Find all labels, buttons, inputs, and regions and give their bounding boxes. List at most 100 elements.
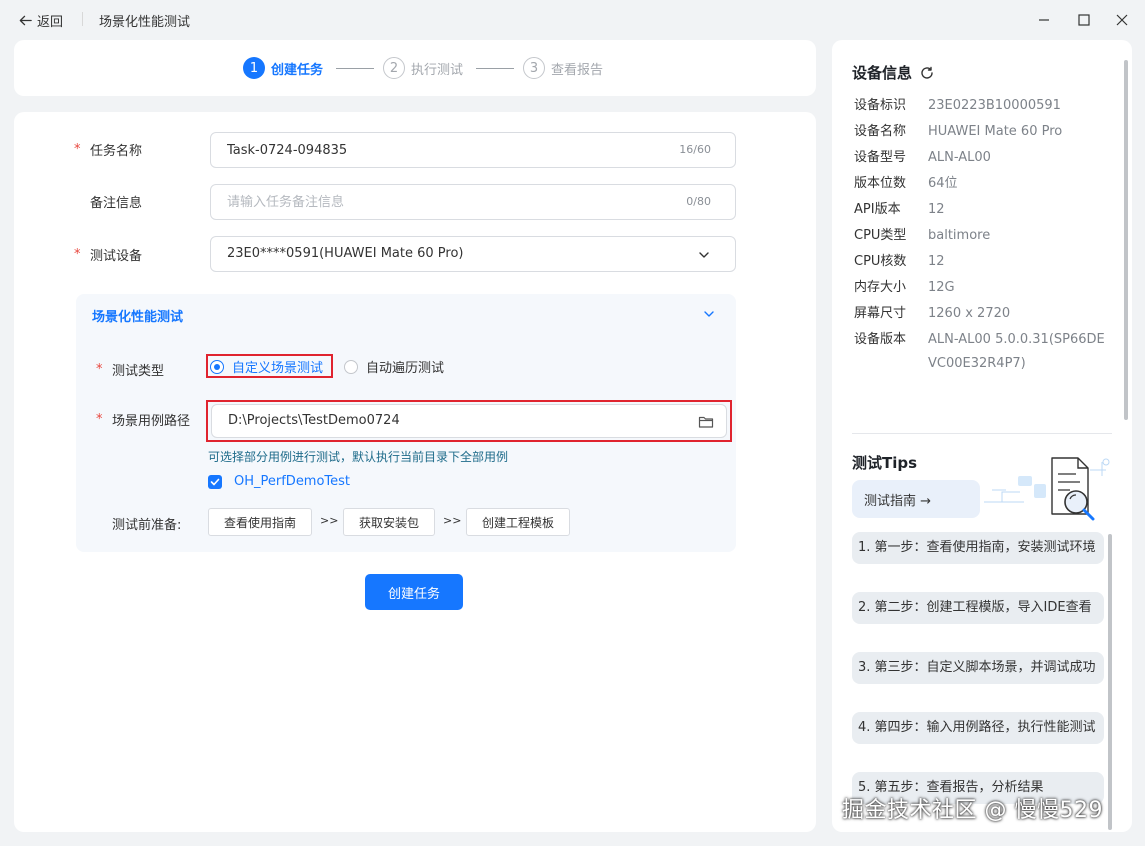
minimize-button[interactable] [1034, 10, 1054, 30]
case-checkbox-row[interactable]: OH_PerfDemoTest [208, 474, 350, 489]
device-select[interactable]: 23E0****0591(HUAWEI Mate 60 Pro) [210, 236, 736, 272]
page-title: 场景化性能测试 [99, 15, 191, 30]
device-info-value: 1260 x 2720 [928, 306, 1011, 321]
tip-item: 2. 第二步：创建工程模版，导入IDE查看 [852, 592, 1104, 624]
case-path-field[interactable]: D:\Projects\TestDemo0724 [211, 404, 727, 438]
scrollbar[interactable] [1124, 60, 1128, 420]
device-info-row: 内存大小 12G [854, 276, 1108, 300]
device-info-row: CPU类型 baltimore [854, 224, 1108, 248]
step-label: 创建任务 [271, 62, 324, 78]
device-info-value: 12G [928, 280, 955, 295]
device-info-value: 23E0223B10000591 [928, 98, 1061, 113]
task-form: * 任务名称 16/60 备注信息 0/80 * 测试设备 23E0****05… [14, 112, 816, 832]
radio-label: 自动遍历测试 [366, 361, 445, 376]
radio-unchecked-icon [344, 359, 358, 374]
title-bar: 返回 场景化性能测试 [0, 0, 1145, 40]
scene-panel: 场景化性能测试 * 测试类型 自定义场景测试 自动遍历测试 * 场景用例路径 D… [76, 294, 736, 552]
device-select-value: 23E0****0591(HUAWEI Mate 60 Pro) [227, 246, 464, 261]
device-info-value: ALN-AL00 [928, 150, 991, 165]
step-connector [476, 68, 514, 69]
device-info-key: 版本位数 [854, 176, 907, 191]
task-name-field[interactable]: 16/60 [210, 132, 736, 168]
view-guide-button[interactable]: 查看使用指南 [208, 508, 312, 536]
device-info-key: 屏幕尺寸 [854, 306, 907, 321]
radio-checked-icon [210, 359, 224, 374]
device-info-key: 设备标识 [854, 98, 907, 113]
back-button[interactable]: 返回 [18, 10, 63, 30]
required-mark: * [96, 412, 103, 427]
scene-panel-title[interactable]: 场景化性能测试 [92, 306, 183, 325]
remark-field[interactable]: 0/80 [210, 184, 736, 220]
maximize-icon [1078, 14, 1090, 26]
back-label: 返回 [37, 14, 64, 30]
required-mark: * [74, 247, 81, 262]
step-number: 1 [243, 57, 265, 79]
close-button[interactable] [1112, 10, 1132, 30]
folder-icon[interactable] [698, 414, 714, 430]
radio-auto-traverse[interactable]: 自动遍历测试 [344, 357, 444, 376]
tip-item: 1. 第一步：查看使用指南，安装测试环境 [852, 532, 1104, 564]
device-info-title-text: 设备信息 [852, 64, 913, 82]
tip-item: 3. 第三步：自定义脚本场景，并调试成功 [852, 652, 1104, 684]
device-info-row: 设备名称 HUAWEI Mate 60 Pro [854, 120, 1108, 144]
chevron-down-icon [699, 252, 709, 258]
device-info-key: CPU类型 [854, 228, 907, 243]
device-info-value: ALN-AL00 5.0.0.31(SP66DEVC00E32R4P7) [928, 332, 1105, 371]
required-mark: * [96, 362, 103, 377]
chevron-down-icon[interactable] [702, 307, 716, 321]
minimize-icon [1039, 19, 1049, 21]
case-checkbox-label: OH_PerfDemoTest [234, 474, 351, 489]
device-info-value: 12 [928, 254, 945, 269]
radio-label: 自定义场景测试 [232, 361, 324, 376]
watermark: 掘金技术社区 @ 慢慢529 [842, 798, 1103, 823]
stepper: 1 创建任务 2 执行测试 3 查看报告 [14, 40, 816, 96]
device-info-row: 设备标识 23E0223B10000591 [854, 94, 1108, 118]
device-label: 测试设备 [90, 249, 143, 264]
checkbox-checked-icon[interactable] [208, 474, 222, 489]
tips-title: 测试Tips [852, 454, 918, 472]
device-info-key: 设备版本 [854, 332, 907, 347]
create-template-button[interactable]: 创建工程模板 [466, 508, 570, 536]
document-search-illustration-icon [984, 457, 1110, 521]
case-path-hint: 可选择部分用例进行测试，默认执行当前目录下全部用例 [208, 450, 509, 464]
test-type-label: 测试类型 [112, 364, 165, 379]
device-info-value: 12 [928, 202, 945, 217]
title-separator [82, 12, 83, 26]
prep-label: 测试前准备: [112, 518, 182, 533]
remark-input[interactable] [227, 185, 667, 219]
device-info-value: baltimore [928, 228, 991, 243]
step-connector [336, 68, 374, 69]
create-task-button[interactable]: 创建任务 [365, 574, 463, 610]
device-info-key: API版本 [854, 202, 901, 217]
device-info-row: 屏幕尺寸 1260 x 2720 [854, 302, 1108, 326]
case-path-label: 场景用例路径 [112, 414, 191, 429]
device-info-value: 64位 [928, 176, 958, 191]
arrow-left-icon [19, 15, 32, 25]
arrow-separator: >> [443, 514, 462, 527]
divider [852, 433, 1112, 434]
get-package-button[interactable]: 获取安装包 [343, 508, 435, 536]
tips-scrollbar[interactable] [1108, 534, 1112, 830]
refresh-icon[interactable] [920, 66, 934, 80]
test-guide-button[interactable]: 测试指南 → [852, 480, 980, 518]
remark-label: 备注信息 [90, 196, 143, 211]
required-mark: * [74, 142, 81, 157]
arrow-separator: >> [320, 514, 339, 527]
device-info-row: API版本 12 [854, 198, 1108, 222]
device-info-key: 设备型号 [854, 150, 907, 165]
maximize-button[interactable] [1074, 10, 1094, 30]
task-name-counter: 16/60 [679, 143, 711, 156]
remark-counter: 0/80 [686, 195, 711, 208]
device-info-row: 设备版本 ALN-AL00 5.0.0.31(SP66DEVC00E32R4P7… [854, 328, 1108, 376]
device-info-value: HUAWEI Mate 60 Pro [928, 124, 1063, 139]
device-info-key: 内存大小 [854, 280, 907, 295]
step-number: 2 [383, 57, 405, 79]
step-create-task: 1 创建任务 [243, 57, 323, 79]
case-path-value: D:\Projects\TestDemo0724 [228, 413, 400, 428]
step-view-report: 3 查看报告 [523, 57, 603, 79]
tip-item: 4. 第四步：输入用例路径，执行性能测试 [852, 712, 1104, 744]
task-name-label: 任务名称 [90, 144, 143, 159]
radio-custom-scene[interactable]: 自定义场景测试 [210, 357, 323, 376]
device-info-row: CPU核数 12 [854, 250, 1108, 274]
task-name-input[interactable] [227, 133, 667, 167]
